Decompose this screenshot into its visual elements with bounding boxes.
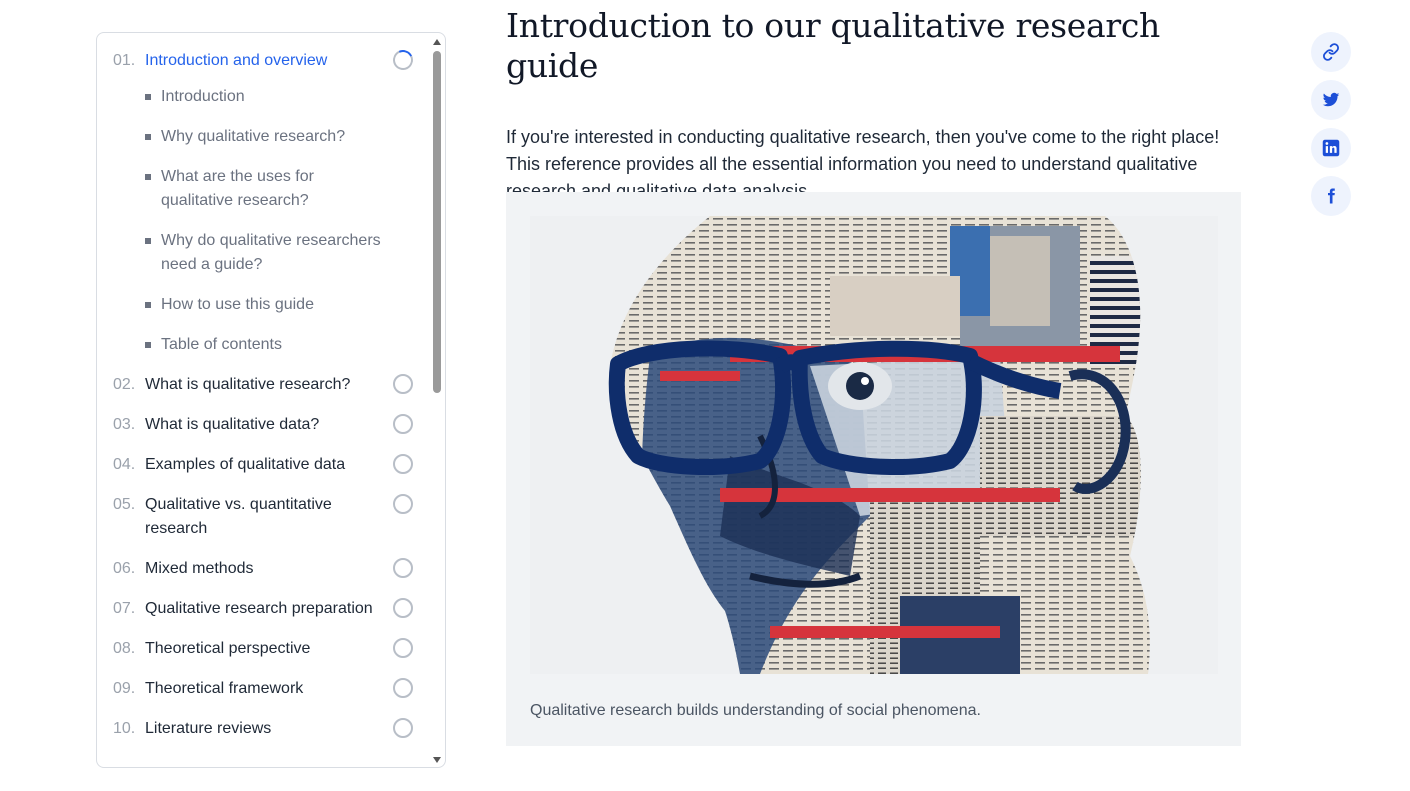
toc-section-label: Introduction: [161, 88, 245, 105]
toc-chapter-link[interactable]: 05. Qualitative vs. quantitative research: [113, 493, 385, 557]
toc-chapter-link[interactable]: 02. What is qualitative research?: [113, 373, 385, 413]
progress-circle-icon: [393, 454, 413, 474]
toc-chapter-link[interactable]: 03. What is qualitative data?: [113, 413, 385, 453]
progress-circle-icon: [393, 374, 413, 394]
progress-circle-icon: [393, 718, 413, 738]
square-bullet-icon: [145, 174, 151, 180]
toc-chapter-link[interactable]: 08. Theoretical perspective: [113, 637, 385, 677]
toc-chapter-number: 05.: [113, 496, 136, 513]
toc-chapter-6: 06. Mixed methods: [97, 557, 429, 597]
toc-chapter-title: What is qualitative research?: [145, 376, 351, 393]
toc-section-label: What are the uses for qualitative resear…: [161, 168, 314, 209]
square-bullet-icon: [145, 134, 151, 140]
square-bullet-icon: [145, 94, 151, 100]
toc-chapter-number: 03.: [113, 416, 136, 433]
toc-chapter-number: 04.: [113, 456, 136, 473]
collage-portrait-image: [530, 216, 1218, 674]
toc-chapter-1: 01. Introduction and overview Introduction…: [97, 47, 429, 373]
toc-chapter-number: 09.: [113, 680, 136, 697]
page-title: Introduction to our qualitative research…: [506, 6, 1161, 85]
twitter-icon: [1322, 92, 1340, 107]
toc-chapter-2: 02. What is qualitative research?: [97, 373, 429, 413]
share-linkedin-button[interactable]: [1311, 128, 1351, 168]
toc-chapter-title: Mixed methods: [145, 560, 254, 577]
toc-chapter-link[interactable]: 06. Mixed methods: [113, 557, 385, 597]
share-facebook-button[interactable]: [1311, 176, 1351, 216]
toc-section-label: Why qualitative research?: [161, 128, 346, 145]
toc-chapter-title: Theoretical framework: [145, 680, 304, 697]
toc-chapter-title: Examples of qualitative data: [145, 456, 346, 473]
scroll-down-arrow-icon[interactable]: [433, 757, 441, 763]
toc-chapter-number: 02.: [113, 376, 136, 393]
share-buttons: [1311, 32, 1351, 224]
link-icon: [1323, 43, 1339, 61]
toc-chapter-title: Qualitative vs. quantitative research: [145, 496, 332, 537]
toc-section-label: Table of contents: [161, 336, 282, 353]
progress-circle-icon: [393, 598, 413, 618]
toc-chapter-link[interactable]: 07. Qualitative research preparation: [113, 597, 385, 637]
progress-circle-icon: [393, 558, 413, 578]
facebook-icon: [1328, 188, 1335, 204]
linkedin-icon: [1322, 139, 1340, 157]
toc-section-label: Why do qualitative researchers need a gu…: [161, 232, 381, 273]
toc-section-link[interactable]: How to use this guide: [145, 293, 385, 333]
toc-chapter-number: 01.: [113, 52, 136, 69]
toc-list: 01. Introduction and overview Introduction…: [97, 33, 429, 757]
toc-chapter-link[interactable]: 10. Literature reviews: [113, 717, 385, 757]
toc-section-list: Introduction Why qualitative research? Wha…: [145, 85, 385, 373]
toc-chapter-3: 03. What is qualitative data?: [97, 413, 429, 453]
square-bullet-icon: [145, 238, 151, 244]
toc-section-link[interactable]: Introduction: [145, 85, 385, 125]
toc-section-link[interactable]: Why do qualitative researchers need a gu…: [145, 229, 385, 293]
toc-chapter-8: 08. Theoretical perspective: [97, 637, 429, 677]
toc-section-link[interactable]: What are the uses for qualitative resear…: [145, 165, 385, 229]
toc-section-link[interactable]: Table of contents: [145, 333, 385, 373]
progress-circle-icon: [393, 638, 413, 658]
article-figure: Qualitative research builds understandin…: [506, 192, 1241, 746]
toc-chapter-title: What is qualitative data?: [145, 416, 320, 433]
toc-chapter-7: 07. Qualitative research preparation: [97, 597, 429, 637]
toc-chapter-number: 10.: [113, 720, 136, 737]
table-of-contents-sidebar: 01. Introduction and overview Introduction…: [96, 32, 446, 768]
toc-chapter-title: Introduction and overview: [145, 52, 328, 69]
toc-chapter-number: 08.: [113, 640, 136, 657]
progress-circle-icon: [393, 414, 413, 434]
sidebar-scrollbar[interactable]: [431, 37, 443, 765]
toc-chapter-number: 06.: [113, 560, 136, 577]
toc-chapter-number: 07.: [113, 600, 136, 617]
toc-chapter-link[interactable]: 04. Examples of qualitative data: [113, 453, 385, 493]
toc-section-label: How to use this guide: [161, 296, 314, 313]
toc-chapter-4: 04. Examples of qualitative data: [97, 453, 429, 493]
progress-circle-icon: [393, 678, 413, 698]
scroll-up-arrow-icon[interactable]: [433, 39, 441, 45]
toc-chapter-link[interactable]: 09. Theoretical framework: [113, 677, 385, 717]
share-twitter-button[interactable]: [1311, 80, 1351, 120]
toc-chapter-title: Literature reviews: [145, 720, 272, 737]
progress-circle-icon: [393, 494, 413, 514]
toc-chapter-5: 05. Qualitative vs. quantitative research: [97, 493, 429, 557]
toc-chapter-title: Qualitative research preparation: [145, 600, 373, 617]
toc-chapter-title: Theoretical perspective: [145, 640, 311, 657]
progress-circle-icon: [390, 47, 416, 73]
square-bullet-icon: [145, 302, 151, 308]
toc-chapter-9: 09. Theoretical framework: [97, 677, 429, 717]
scrollbar-thumb[interactable]: [433, 51, 441, 393]
toc-section-link[interactable]: Why qualitative research?: [145, 125, 385, 165]
square-bullet-icon: [145, 342, 151, 348]
toc-chapter-link[interactable]: 01. Introduction and overview: [113, 49, 385, 89]
toc-chapter-10: 10. Literature reviews: [97, 717, 429, 757]
copy-link-button[interactable]: [1311, 32, 1351, 72]
article-main: Introduction to our qualitative research…: [506, 0, 1246, 746]
figure-caption: Qualitative research builds understandin…: [530, 702, 981, 719]
